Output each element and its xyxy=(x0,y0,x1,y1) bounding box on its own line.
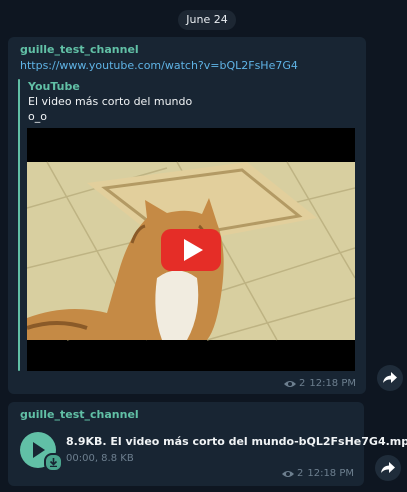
youtube-play-icon xyxy=(161,229,221,271)
download-arrow-icon xyxy=(49,458,58,467)
share-arrow-icon xyxy=(383,372,397,383)
message-meta: 2 12:18 PM xyxy=(281,468,354,479)
eye-icon xyxy=(283,380,296,387)
preview-title: El video más corto del mundo xyxy=(28,95,193,108)
download-button[interactable] xyxy=(44,453,63,472)
message-meta: 2 12:18 PM xyxy=(283,378,356,389)
video-thumbnail[interactable] xyxy=(27,128,355,371)
preview-accent-bar xyxy=(18,79,20,371)
share-arrow-icon xyxy=(381,462,395,473)
file-name[interactable]: 8.9KB. El video más corto del mundo-bQL2… xyxy=(66,435,407,448)
message-link[interactable]: https://www.youtube.com/watch?v=bQL2FsHe… xyxy=(20,59,298,72)
date-separator: June 24 xyxy=(178,10,236,30)
view-count: 2 xyxy=(298,378,306,389)
preview-description: o_o xyxy=(28,110,47,123)
play-icon xyxy=(33,442,45,458)
preview-site-name: YouTube xyxy=(28,80,80,93)
message-bubble: guille_test_channel 8.9KB. El video más … xyxy=(8,402,407,486)
channel-name[interactable]: guille_test_channel xyxy=(20,43,139,56)
share-button[interactable] xyxy=(377,365,403,391)
share-button[interactable] xyxy=(375,455,401,481)
message-bubble: guille_test_channel https://www.youtube.… xyxy=(8,37,366,394)
message-time: 12:18 PM xyxy=(309,378,356,389)
view-count: 2 xyxy=(296,468,304,479)
channel-name[interactable]: guille_test_channel xyxy=(20,408,139,421)
file-info: 00:00, 8.8 KB xyxy=(66,453,134,464)
message-time: 12:18 PM xyxy=(307,468,354,479)
eye-icon xyxy=(281,470,294,477)
